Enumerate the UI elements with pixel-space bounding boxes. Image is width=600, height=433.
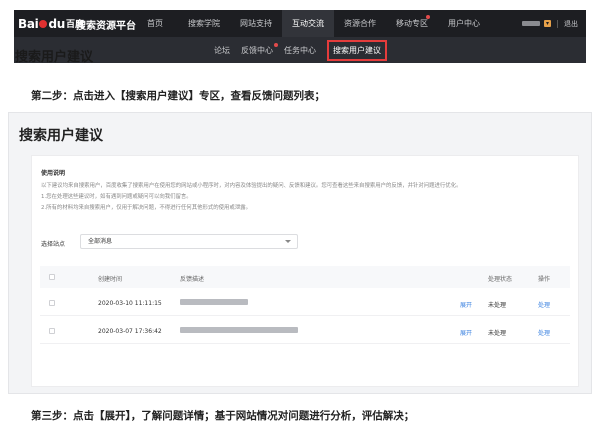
col-action: 操作 bbox=[538, 276, 551, 283]
username-masked bbox=[522, 21, 540, 26]
process-link[interactable]: 处理 bbox=[538, 300, 550, 309]
row-checkbox[interactable] bbox=[49, 328, 55, 334]
expand-link[interactable]: 展开 bbox=[460, 328, 472, 337]
step-two-text: 第二步：点击进入【搜索用户建议】专区，查看反馈问题列表； bbox=[31, 90, 325, 102]
expand-link[interactable]: 展开 bbox=[460, 300, 472, 309]
baidu-logo[interactable]: Bai du 百度 bbox=[18, 16, 84, 31]
top-nav-bar: Bai du 百度 搜索资源平台 首页 搜索学院 网站支持 互动交流 资源合作 … bbox=[14, 10, 586, 37]
masked-feedback bbox=[180, 327, 298, 333]
nav-label: 移动专区 bbox=[396, 19, 428, 28]
notes-line: 2.所有的材料均来自搜索用户，仅用于解决问题，不得进行任何其他形式的使用或泄露。 bbox=[41, 205, 251, 211]
subnav-suggestions[interactable]: 搜索用户建议 bbox=[327, 39, 387, 61]
notification-dot-icon bbox=[426, 15, 430, 19]
col-desc: 反馈描述 bbox=[180, 276, 205, 283]
chevron-down-icon bbox=[285, 240, 291, 243]
nav-screenshot: Bai du 百度 搜索资源平台 首页 搜索学院 网站支持 互动交流 资源合作 … bbox=[0, 0, 600, 70]
table-row: 2020-03-10 11:11:15 展开 未处理 处理 bbox=[40, 290, 570, 316]
nav-label: 首页 bbox=[147, 19, 163, 28]
nav-support[interactable]: 网站支持 bbox=[230, 10, 282, 37]
sub-nav-bar: 论坛 反馈中心 任务中心 搜索用户建议 bbox=[14, 37, 586, 63]
nav-label: 互动交流 bbox=[292, 19, 324, 28]
paw-icon bbox=[39, 19, 48, 28]
site-title: 搜索资源平台 bbox=[76, 21, 136, 32]
table-header: 创建时间 反馈描述 处理状态 操作 bbox=[40, 266, 570, 288]
nav-label: 网站支持 bbox=[240, 19, 272, 28]
col-status: 处理状态 bbox=[488, 276, 513, 283]
row-time: 2020-03-07 17:36:42 bbox=[98, 328, 162, 335]
nav-interaction[interactable]: 互动交流 bbox=[282, 10, 334, 37]
nav-label: 资源合作 bbox=[344, 19, 376, 28]
main-nav: 首页 搜索学院 网站支持 互动交流 资源合作 移动专区 用户中心 bbox=[132, 10, 490, 37]
row-checkbox[interactable] bbox=[49, 300, 55, 306]
nav-academy[interactable]: 搜索学院 bbox=[178, 10, 230, 37]
masked-feedback bbox=[180, 299, 248, 305]
col-time: 创建时间 bbox=[98, 276, 123, 283]
sub-nav: 论坛 反馈中心 任务中心 搜索用户建议 bbox=[214, 37, 387, 63]
process-link[interactable]: 处理 bbox=[538, 328, 550, 337]
subnav-feedback-label: 反馈中心 bbox=[241, 45, 273, 55]
nav-label: 用户中心 bbox=[448, 19, 480, 28]
table-row: 2020-03-07 17:36:42 展开 未处理 处理 bbox=[40, 318, 570, 344]
row-status: 未处理 bbox=[488, 330, 507, 337]
divider bbox=[557, 19, 558, 28]
notes-title: 使用说明 bbox=[41, 170, 66, 177]
nav-home[interactable]: 首页 bbox=[132, 10, 178, 37]
site-filter-select[interactable]: 全部消息 bbox=[80, 234, 298, 249]
site-filter-value: 全部消息 bbox=[88, 238, 113, 245]
site-filter-label: 选择站点 bbox=[41, 241, 66, 248]
nav-cooperation[interactable]: 资源合作 bbox=[334, 10, 386, 37]
subnav-tasks[interactable]: 任务中心 bbox=[284, 45, 316, 56]
notification-dot-icon bbox=[274, 42, 278, 47]
step-three-text: 第三步：点击【展开】，了解问题详情；基于网站情况对问题进行分析，评估解决； bbox=[31, 410, 415, 422]
logout-link[interactable]: 退出 bbox=[564, 19, 578, 29]
select-all-checkbox[interactable] bbox=[49, 274, 55, 280]
row-time: 2020-03-10 11:11:15 bbox=[98, 300, 162, 307]
suggestions-panel: 使用说明 以下建议均来自搜索用户，百度收集了搜索用户在使用您的网站或小程序时，对… bbox=[31, 155, 579, 387]
notes-line: 以下建议均来自搜索用户，百度收集了搜索用户在使用您的网站或小程序时，对内容及体验… bbox=[41, 183, 462, 189]
suggestions-screenshot: 搜索用户建议 使用说明 以下建议均来自搜索用户，百度收集了搜索用户在使用您的网站… bbox=[8, 112, 592, 394]
panel-title: 搜索用户建议 bbox=[19, 128, 103, 144]
subnav-forum[interactable]: 论坛 bbox=[214, 45, 230, 56]
logo-text: Bai bbox=[18, 16, 39, 31]
nav-user-center[interactable]: 用户中心 bbox=[438, 10, 490, 37]
row-status: 未处理 bbox=[488, 302, 507, 309]
logo-text-2: du bbox=[48, 16, 66, 31]
dropdown-icon[interactable]: ▾ bbox=[544, 20, 551, 27]
subnav-feedback[interactable]: 反馈中心 bbox=[241, 42, 278, 56]
nav-mobile[interactable]: 移动专区 bbox=[386, 10, 438, 37]
notes-line: 1.您在处理这些建议时，如有遇到问题或疑问可以向我们留言。 bbox=[41, 194, 192, 200]
page-title: 搜索用户建议 bbox=[15, 50, 94, 65]
user-area: ▾ 退出 bbox=[522, 10, 578, 37]
nav-label: 搜索学院 bbox=[188, 19, 220, 28]
